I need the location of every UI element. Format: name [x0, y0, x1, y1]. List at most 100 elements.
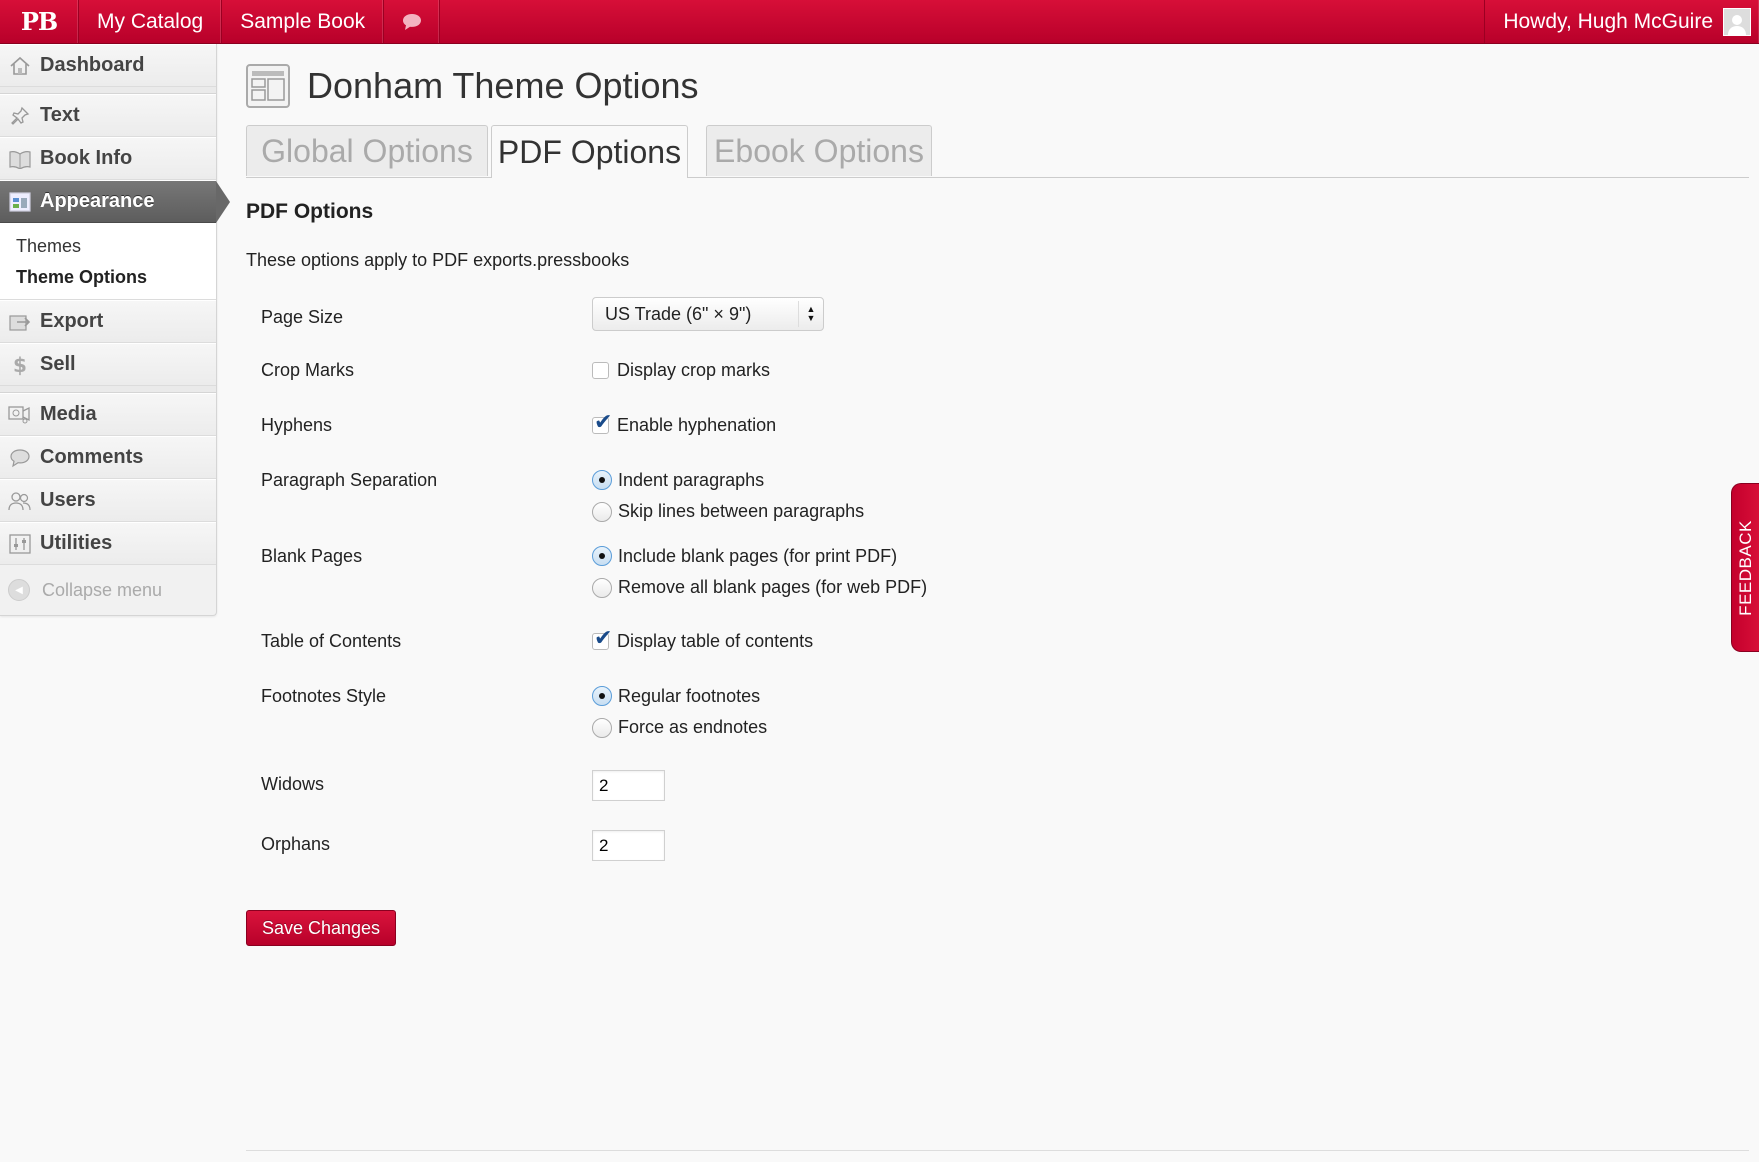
pressbooks-logo[interactable]: PB	[0, 0, 79, 43]
pdf-options-form: Page Size US Trade (6" × 9") ▲ ▼ Crop Mar…	[246, 297, 1746, 950]
tab-pdf-options[interactable]: PDF Options	[491, 125, 688, 178]
radio-label: Force as endnotes	[618, 717, 768, 737]
row-widows: Widows	[246, 770, 1746, 830]
menu-utilities[interactable]: Utilities	[0, 522, 216, 565]
tab-ebook-options[interactable]: Ebook Options	[706, 125, 932, 176]
row-hyphens: Hyphens Enable hyphenation	[246, 409, 1746, 470]
page-size-value: US Trade (6" × 9")	[605, 303, 752, 324]
menu-label: Utilities	[40, 532, 113, 554]
save-changes-button[interactable]: Save Changes	[246, 910, 396, 946]
menu-label: Media	[40, 403, 97, 425]
submenu-theme-options[interactable]: Theme Options	[0, 262, 216, 293]
radio-remove-blank-pages[interactable]	[592, 577, 612, 598]
page-header: Donham Theme Options	[246, 61, 1746, 111]
options-tabs: Global Options PDF Options Ebook Options	[246, 125, 1749, 178]
users-icon	[0, 491, 40, 511]
toc-option[interactable]: Display table of contents	[592, 625, 814, 652]
avatar	[1723, 7, 1751, 36]
menu-label: Text	[40, 104, 80, 126]
crop-marks-option[interactable]: Display crop marks	[592, 360, 770, 381]
blank-pages-option-remove[interactable]: Remove all blank pages (for web PDF)	[592, 577, 927, 598]
radio-skip-lines[interactable]	[592, 501, 612, 522]
book-title-link[interactable]: Sample Book	[222, 0, 385, 43]
page-size-select[interactable]: US Trade (6" × 9") ▲ ▼	[592, 297, 824, 331]
label-hyphens: Hyphens	[261, 415, 333, 435]
paragraph-separation-options: Indent paragraphs Skip lines between par…	[592, 470, 864, 546]
menu-label: Export	[40, 310, 104, 332]
toc-option-label: Display table of contents	[617, 631, 814, 651]
label-widows: Widows	[261, 774, 325, 794]
menu-text[interactable]: Text	[0, 94, 216, 137]
menu-label: Appearance	[40, 190, 155, 212]
menu-users[interactable]: Users	[0, 479, 216, 522]
radio-label: Skip lines between paragraphs	[618, 501, 865, 521]
comment-bubble-icon[interactable]	[384, 0, 441, 43]
menu-label: Book Info	[40, 147, 133, 169]
radio-label: Remove all blank pages (for web PDF)	[618, 577, 928, 597]
footnotes-options: Regular footnotes Force as endnotes	[592, 686, 767, 770]
row-footnotes-style: Footnotes Style Regular footnotes Force …	[246, 686, 1746, 770]
menu-label: Users	[40, 489, 96, 511]
menu-label: Sell	[40, 353, 76, 375]
menu-book-info[interactable]: Book Info	[0, 137, 216, 180]
label-table-of-contents: Table of Contents	[261, 631, 402, 651]
menu-export[interactable]: Export	[0, 300, 216, 343]
footnotes-option-regular[interactable]: Regular footnotes	[592, 686, 767, 717]
paragraph-option-indent[interactable]: Indent paragraphs	[592, 470, 864, 501]
submenu-themes[interactable]: Themes	[0, 231, 216, 262]
blank-pages-options: Include blank pages (for print PDF) Remo…	[592, 546, 927, 631]
book-icon	[0, 149, 40, 169]
section-description: These options apply to PDF exports.press…	[246, 250, 630, 270]
home-icon	[0, 56, 40, 76]
svg-text:$: $	[13, 354, 27, 376]
theme-options-icon	[246, 64, 290, 108]
radio-indent-paragraphs[interactable]	[592, 470, 612, 490]
toc-checkbox[interactable]	[592, 625, 612, 651]
menu-sell[interactable]: $ Sell	[0, 343, 216, 386]
menu-dashboard[interactable]: Dashboard	[0, 44, 216, 87]
appearance-icon	[0, 191, 40, 212]
crop-marks-checkbox[interactable]	[592, 362, 609, 379]
radio-label: Indent paragraphs	[618, 470, 765, 490]
label-orphans: Orphans	[261, 834, 331, 854]
media-icon	[0, 405, 40, 425]
hyphens-option-label: Enable hyphenation	[617, 415, 777, 435]
my-catalog-link[interactable]: My Catalog	[79, 0, 223, 43]
menu-media[interactable]: Media	[0, 393, 216, 436]
user-greeting[interactable]: Howdy, Hugh McGuire	[1484, 0, 1759, 43]
pushpin-icon	[0, 106, 40, 126]
widows-input[interactable]	[592, 770, 665, 801]
main-content: Donham Theme Options Global Options PDF …	[246, 44, 1749, 950]
menu-label: Dashboard	[40, 54, 145, 76]
footnotes-option-endnotes[interactable]: Force as endnotes	[592, 717, 767, 738]
menu-label: Comments	[40, 446, 144, 468]
hyphenation-checkbox[interactable]	[592, 409, 612, 435]
submit-area: Save Changes	[246, 910, 1746, 950]
radio-regular-footnotes[interactable]	[592, 686, 612, 706]
menu-separator	[0, 386, 216, 393]
collapse-label: Collapse menu	[42, 579, 163, 600]
tab-global-options[interactable]: Global Options	[246, 125, 488, 176]
menu-comments[interactable]: Comments	[0, 436, 216, 479]
blank-pages-option-include[interactable]: Include blank pages (for print PDF)	[592, 546, 927, 577]
menu-separator	[0, 87, 216, 94]
select-arrows-icon: ▲ ▼	[798, 301, 823, 327]
menu-appearance[interactable]: Appearance	[0, 180, 230, 223]
radio-force-endnotes[interactable]	[592, 717, 612, 738]
label-crop-marks: Crop Marks	[261, 360, 355, 380]
orphans-input[interactable]	[592, 830, 665, 861]
row-blank-pages: Blank Pages Include blank pages (for pri…	[246, 546, 1746, 631]
footer-divider	[246, 1150, 1749, 1151]
feedback-tab[interactable]: FEEDBACK	[1731, 483, 1759, 652]
user-greeting-text: Howdy, Hugh McGuire	[1503, 9, 1713, 33]
label-blank-pages: Blank Pages	[261, 546, 363, 566]
admin-bar: PB My Catalog Sample Book Howdy, Hugh Mc…	[0, 0, 1759, 44]
section-title: PDF Options	[246, 200, 374, 223]
radio-include-blank-pages[interactable]	[592, 546, 612, 566]
paragraph-option-skip[interactable]: Skip lines between paragraphs	[592, 501, 864, 522]
label-paragraph-separation: Paragraph Separation	[261, 470, 438, 490]
page-title: Donham Theme Options	[307, 65, 699, 106]
collapse-menu-button[interactable]: ◀ Collapse menu	[0, 565, 216, 615]
hyphens-option[interactable]: Enable hyphenation	[592, 409, 777, 436]
admin-sidebar: Dashboard Text Book Info Appearance Them…	[0, 44, 230, 616]
